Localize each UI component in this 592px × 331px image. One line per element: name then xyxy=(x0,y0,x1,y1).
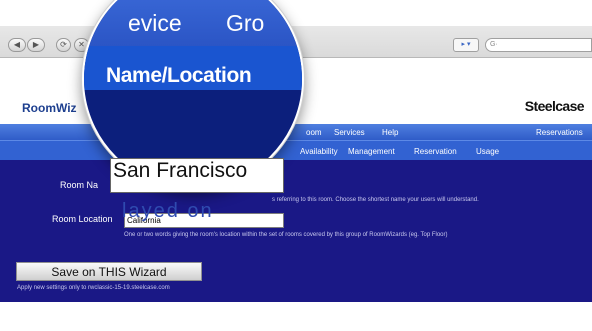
submenu-reservation[interactable]: Reservation xyxy=(414,147,457,156)
room-name-hint: s referring to this room. Choose the sho… xyxy=(272,197,479,203)
submenu-availability[interactable]: Availability xyxy=(300,147,338,156)
lens-background-text: layed on xyxy=(122,200,214,222)
back-button[interactable]: ◀ xyxy=(8,38,26,52)
lens-tab-device: evice xyxy=(128,10,182,36)
room-location-hint: One or two words giving the room's locat… xyxy=(124,232,448,238)
room-location-label: Room Location xyxy=(52,214,113,224)
main-menu-bar: oom Services Help Reservations xyxy=(0,124,592,140)
room-name-label: Room Na xyxy=(60,180,99,190)
save-on-this-wizard-button[interactable]: Save on THIS Wizard xyxy=(16,262,202,281)
menu-room[interactable]: oom xyxy=(306,128,322,137)
search-input[interactable]: G· xyxy=(485,38,592,52)
room-name-input[interactable]: San Francisco xyxy=(110,158,284,193)
submenu-management[interactable]: Management xyxy=(348,147,395,156)
lens-tab-group: Gro xyxy=(226,10,265,36)
menu-help[interactable]: Help xyxy=(382,128,398,137)
save-hint: Apply new settings only to rwclassic-15-… xyxy=(17,285,170,291)
lens-tab-bar xyxy=(84,0,302,46)
sub-menu-bar: Availability Management Reservation Usag… xyxy=(0,140,592,160)
reload-button[interactable]: ⟳ xyxy=(56,38,71,52)
lens-section-title: Name/Location xyxy=(106,64,252,87)
steelcase-logo: Steelcase xyxy=(524,98,585,114)
page-footer xyxy=(0,302,592,331)
roomwizard-logo: RoomWiz xyxy=(22,101,77,115)
menu-services[interactable]: Services xyxy=(334,128,365,137)
menu-reservations[interactable]: Reservations xyxy=(536,128,583,137)
submenu-usage[interactable]: Usage xyxy=(476,147,499,156)
address-go-button[interactable]: ▸ ▾ xyxy=(453,38,479,52)
forward-button[interactable]: ▶ xyxy=(27,38,45,52)
